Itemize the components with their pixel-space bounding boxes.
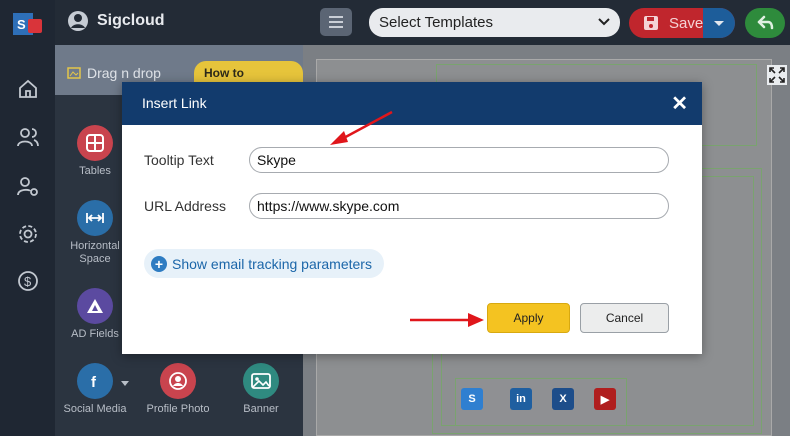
template-select-value: Select Templates: [379, 14, 493, 31]
url-address-input[interactable]: [249, 193, 669, 219]
template-select[interactable]: Select Templates: [369, 8, 620, 37]
svg-text:$: $: [24, 274, 32, 289]
profile-photo-icon: [160, 363, 196, 399]
undo-button[interactable]: [745, 8, 785, 38]
tool-ad-fields[interactable]: AD Fields: [60, 288, 130, 341]
tool-horizontal-space[interactable]: Horizontal Space: [60, 200, 130, 266]
cancel-button[interactable]: Cancel: [580, 303, 669, 333]
drag-drop-icon: [67, 67, 81, 79]
skype-icon[interactable]: S: [461, 388, 483, 410]
insert-link-dialog: Insert Link ✕ Tooltip Text URL Address +…: [122, 82, 702, 354]
tool-label: Tables: [79, 165, 111, 177]
x-icon[interactable]: X: [552, 388, 574, 410]
undo-icon: [757, 15, 774, 30]
tool-label: Horizontal Space: [70, 240, 120, 265]
linkedin-icon[interactable]: in: [510, 388, 532, 410]
close-icon[interactable]: ✕: [671, 91, 688, 116]
tool-label: Social Media: [63, 403, 127, 415]
tool-tables[interactable]: Tables: [60, 125, 130, 178]
left-rail: S $: [0, 0, 55, 436]
fullscreen-icon[interactable]: [767, 65, 787, 85]
tooltip-text-input[interactable]: [249, 147, 669, 173]
home-icon[interactable]: [16, 77, 40, 101]
tool-social-media[interactable]: f Social Media: [60, 363, 130, 416]
tool-banner[interactable]: Banner: [226, 363, 296, 416]
brand: Sigcloud: [67, 10, 165, 32]
gear-icon[interactable]: [16, 222, 40, 246]
app-logo-icon[interactable]: S: [13, 11, 43, 37]
account-avatar-icon[interactable]: [67, 10, 89, 32]
plus-circle-icon: +: [151, 255, 167, 272]
tracking-label: Show email tracking parameters: [172, 255, 372, 272]
url-address-label: URL Address: [144, 198, 226, 214]
social-media-expand-icon[interactable]: [121, 381, 129, 387]
tooltip-text-label: Tooltip Text: [144, 152, 214, 168]
users-icon[interactable]: [16, 125, 40, 149]
save-options-button[interactable]: [703, 8, 735, 38]
drag-drop-heading: Drag n drop: [67, 65, 161, 81]
tool-profile-photo[interactable]: Profile Photo: [143, 363, 213, 416]
dialog-header: Insert Link ✕: [122, 82, 702, 125]
dialog-title: Insert Link: [142, 95, 207, 111]
tool-label: Profile Photo: [146, 403, 210, 415]
hamburger-menu-button[interactable]: [320, 8, 352, 36]
drag-drop-label: Drag n drop: [87, 65, 161, 81]
social-media-icon: f: [77, 363, 113, 399]
billing-icon[interactable]: $: [16, 269, 40, 293]
top-bar: Sigcloud Select Templates Save: [55, 0, 790, 45]
svg-text:f: f: [91, 374, 97, 390]
youtube-icon[interactable]: ▶: [594, 388, 616, 410]
banner-icon: [243, 363, 279, 399]
tool-label: Banner: [243, 403, 279, 415]
save-disk-icon: [644, 16, 658, 30]
table-icon: [77, 125, 113, 161]
user-settings-icon[interactable]: [16, 174, 40, 198]
caret-down-icon: [714, 21, 724, 26]
apply-button[interactable]: Apply: [487, 303, 570, 333]
ad-fields-icon: [77, 288, 113, 324]
horizontal-space-icon: [77, 200, 113, 236]
social-icons-row: S in X ▶: [455, 378, 627, 426]
chevron-down-icon: [598, 18, 610, 26]
svg-text:S: S: [17, 17, 26, 32]
save-label: Save: [669, 15, 704, 32]
brand-name: Sigcloud: [97, 12, 165, 29]
tool-label: AD Fields: [71, 328, 119, 340]
show-tracking-parameters-button[interactable]: + Show email tracking parameters: [144, 249, 384, 278]
